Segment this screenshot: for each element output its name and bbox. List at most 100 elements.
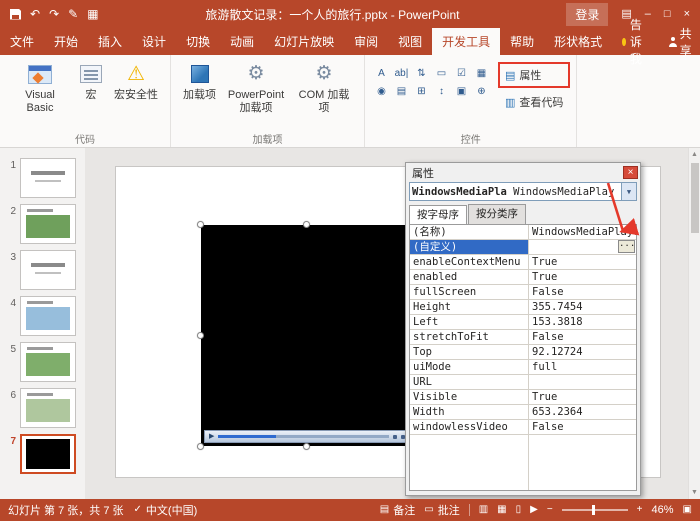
addins-button[interactable]: 加载项 <box>178 60 221 104</box>
resize-handle-top-left[interactable] <box>197 221 204 228</box>
property-row[interactable]: Width653.2364 <box>410 405 636 420</box>
combo-box-control-icon[interactable]: ▦ <box>472 65 491 82</box>
property-name[interactable]: enabled <box>410 270 528 284</box>
zoom-slider-thumb[interactable] <box>592 505 595 515</box>
property-name[interactable]: windowlessVideo <box>410 420 528 434</box>
slideshow-button[interactable]: ▶ <box>530 505 538 515</box>
media-player-control[interactable]: ▶ <box>201 225 413 446</box>
property-value[interactable]: False <box>528 330 636 344</box>
slide-thumb-preview[interactable] <box>20 388 76 428</box>
property-row[interactable]: (名称)WindowsMediaPlaye <box>410 225 636 240</box>
property-row[interactable]: (自定义)... <box>410 240 636 255</box>
ribbon-tab[interactable]: 开始 <box>44 28 88 55</box>
volume-icon[interactable] <box>393 435 397 439</box>
ribbon-tab[interactable]: 插入 <box>88 28 132 55</box>
proofing-status[interactable]: ✓ 中文(中国) <box>134 502 198 518</box>
slide-thumbnail[interactable]: 4 <box>0 293 85 339</box>
property-value[interactable]: True <box>528 255 636 269</box>
powerpoint-addins-button[interactable]: ⚙ PowerPoint 加载项 <box>223 60 289 116</box>
slide-thumbnail[interactable]: 5 <box>0 339 85 385</box>
zoom-out-button[interactable]: − <box>547 505 553 515</box>
share-button[interactable]: 共享 <box>656 28 700 55</box>
close-button[interactable]: × <box>684 9 690 20</box>
com-addins-button[interactable]: ⚙ COM 加载项 <box>291 60 357 116</box>
zoom-level[interactable]: 46% <box>652 504 674 516</box>
vertical-scrollbar[interactable]: ▲ ▼ <box>688 148 700 499</box>
undo-icon[interactable]: ↶ <box>30 8 40 20</box>
property-name[interactable]: Height <box>410 300 528 314</box>
ribbon-tab[interactable]: 视图 <box>388 28 432 55</box>
tell-me-box[interactable]: 告诉我 <box>612 28 656 55</box>
property-name[interactable]: Top <box>410 345 528 359</box>
ribbon-tab[interactable]: 设计 <box>132 28 176 55</box>
slide-thumbnail[interactable]: 7 <box>0 431 85 477</box>
fit-to-window-button[interactable]: ▣ <box>683 505 692 515</box>
slide-thumb-preview[interactable] <box>20 250 76 290</box>
slide-thumbnail[interactable]: 6 <box>0 385 85 431</box>
property-value[interactable]: 92.12724 <box>528 345 636 359</box>
save-icon[interactable] <box>10 9 21 20</box>
properties-tab[interactable]: 按分类序 <box>468 204 526 224</box>
resize-handle-top-center[interactable] <box>303 221 310 228</box>
ribbon-tab[interactable]: 开发工具 <box>432 28 500 55</box>
property-value[interactable]: True <box>528 390 636 404</box>
visual-basic-button[interactable]: Visual Basic <box>7 60 73 116</box>
checkbox-control-icon[interactable]: ☑ <box>452 65 471 82</box>
property-row[interactable]: Left153.3818 <box>410 315 636 330</box>
property-value[interactable]: 653.2364 <box>528 405 636 419</box>
ribbon-tab[interactable]: 切换 <box>176 28 220 55</box>
property-value[interactable]: ... <box>528 240 636 254</box>
view-code-button[interactable]: ▥ 查看代码 <box>501 92 567 112</box>
slide-thumb-preview[interactable] <box>20 204 76 244</box>
ribbon-tab[interactable]: 动画 <box>220 28 264 55</box>
object-selector-dropdown[interactable]: WindowsMediaPla WindowsMediaPlay ▼ <box>409 182 637 201</box>
play-icon[interactable]: ▶ <box>209 433 214 440</box>
zoom-in-button[interactable]: + <box>637 505 643 515</box>
property-row[interactable]: enableContextMenuTrue <box>410 255 636 270</box>
property-row[interactable]: stretchToFitFalse <box>410 330 636 345</box>
spin-button-control-icon[interactable]: ⇅ <box>412 65 431 82</box>
draw-pen-icon[interactable]: ✎ <box>68 8 78 20</box>
scrollbar-control-icon[interactable]: ↕ <box>432 83 451 100</box>
ribbon-tab[interactable]: 形状格式 <box>544 28 612 55</box>
resize-handle-middle-left[interactable] <box>197 332 204 339</box>
maximize-button[interactable]: □ <box>664 9 671 20</box>
property-name[interactable]: Visible <box>410 390 528 404</box>
property-value[interactable]: 355.7454 <box>528 300 636 314</box>
reading-view-button[interactable]: ▯ <box>516 505 522 515</box>
sign-in-button[interactable]: 登录 <box>566 3 608 26</box>
slide-thumb-preview[interactable] <box>20 342 76 382</box>
slide-thumb-preview[interactable] <box>20 296 76 336</box>
media-progress-track[interactable] <box>218 435 389 438</box>
zoom-slider[interactable] <box>562 509 628 511</box>
resize-handle-bottom-left[interactable] <box>197 443 204 450</box>
property-row[interactable]: VisibleTrue <box>410 390 636 405</box>
ribbon-tab[interactable]: 文件 <box>0 28 44 55</box>
list-box-control-icon[interactable]: ▤ <box>392 83 411 100</box>
scroll-up-icon[interactable]: ▲ <box>691 148 698 158</box>
slide-sorter-view-button[interactable]: ▦ <box>497 505 506 515</box>
property-name[interactable]: enableContextMenu <box>410 255 528 269</box>
property-name[interactable]: stretchToFit <box>410 330 528 344</box>
scroll-down-icon[interactable]: ▼ <box>691 489 698 499</box>
ribbon-tab[interactable]: 帮助 <box>500 28 544 55</box>
slide-thumbnail[interactable]: 2 <box>0 201 85 247</box>
slide-thumbnail[interactable]: 3 <box>0 247 85 293</box>
chevron-down-icon[interactable]: ▼ <box>621 183 636 200</box>
scrollbar-thumb[interactable] <box>691 163 699 233</box>
normal-view-button[interactable]: ▥ <box>479 505 488 515</box>
property-row[interactable]: uiModefull <box>410 360 636 375</box>
properties-panel-title-bar[interactable]: 属性 × <box>406 163 640 181</box>
ribbon-tab[interactable]: 审阅 <box>344 28 388 55</box>
property-name[interactable]: URL <box>410 375 528 389</box>
property-value[interactable]: False <box>528 420 636 434</box>
property-name[interactable]: (名称) <box>410 225 528 239</box>
slide-thumb-preview[interactable] <box>20 158 76 198</box>
property-name[interactable]: Left <box>410 315 528 329</box>
property-name[interactable]: fullScreen <box>410 285 528 299</box>
slide-thumbnail[interactable]: 1 <box>0 155 85 201</box>
slide-indicator[interactable]: 幻灯片 第 7 张，共 7 张 <box>8 502 124 518</box>
notes-button[interactable]: ▤ 备注 <box>380 502 415 518</box>
toggle-button-control-icon[interactable]: ⊞ <box>412 83 431 100</box>
property-row[interactable]: Height355.7454 <box>410 300 636 315</box>
